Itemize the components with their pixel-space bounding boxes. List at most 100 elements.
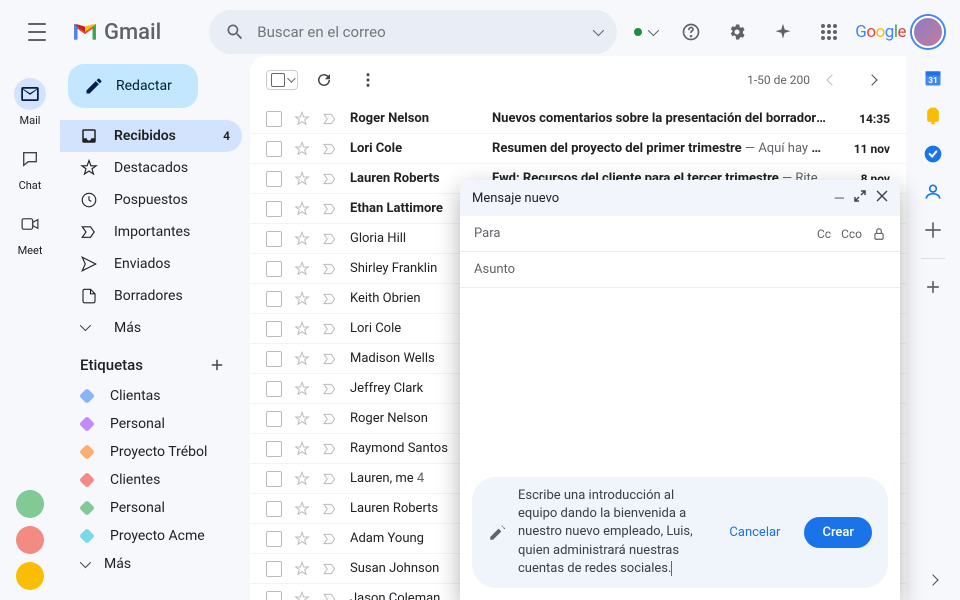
create-button[interactable]: Crear <box>804 517 872 548</box>
star-icon[interactable] <box>294 261 310 277</box>
row-checkbox[interactable] <box>266 561 282 577</box>
keep-icon[interactable] <box>923 106 943 126</box>
row-checkbox[interactable] <box>266 471 282 487</box>
star-icon[interactable] <box>294 531 310 547</box>
select-all-checkbox[interactable] <box>266 70 298 90</box>
refresh-button[interactable] <box>306 62 342 98</box>
nav-send[interactable]: Enviados <box>60 248 242 280</box>
prev-page-button[interactable] <box>814 62 850 98</box>
row-checkbox[interactable] <box>266 351 282 367</box>
account-avatar[interactable] <box>912 16 944 48</box>
row-checkbox[interactable] <box>266 171 282 187</box>
fullscreen-button[interactable] <box>854 190 866 206</box>
star-icon[interactable] <box>294 381 310 397</box>
to-field[interactable]: Para Cc Cco <box>460 216 900 252</box>
important-icon[interactable] <box>322 231 338 247</box>
important-icon[interactable] <box>322 531 338 547</box>
gemini-button[interactable] <box>763 12 803 52</box>
add-icon[interactable] <box>923 277 943 297</box>
important-icon[interactable] <box>322 561 338 577</box>
close-button[interactable] <box>876 190 888 206</box>
row-checkbox[interactable] <box>266 531 282 547</box>
star-icon[interactable] <box>294 171 310 187</box>
next-page-button[interactable] <box>854 62 890 98</box>
row-checkbox[interactable] <box>266 501 282 517</box>
nav-clock[interactable]: Pospuestos <box>60 184 242 216</box>
label-item[interactable]: Personal <box>60 494 242 522</box>
important-icon[interactable] <box>322 321 338 337</box>
email-row[interactable]: Lori Cole Resumen del proyecto del prime… <box>250 134 906 164</box>
status-indicator[interactable] <box>625 12 665 52</box>
tasks-icon[interactable] <box>923 144 943 164</box>
row-checkbox[interactable] <box>266 411 282 427</box>
star-icon[interactable] <box>294 501 310 517</box>
email-row[interactable]: Roger Nelson Nuevos comentarios sobre la… <box>250 104 906 134</box>
star-icon[interactable] <box>294 321 310 337</box>
calendar-icon[interactable]: 31 <box>923 68 943 88</box>
label-item[interactable]: Proyecto Trébol <box>60 438 242 466</box>
row-checkbox[interactable] <box>266 381 282 397</box>
search-input[interactable] <box>257 23 581 41</box>
label-item[interactable]: Clientas <box>60 382 242 410</box>
star-icon[interactable] <box>294 471 310 487</box>
label-item[interactable]: Proyecto Acme <box>60 522 242 550</box>
cancel-button[interactable]: Cancelar <box>717 519 792 546</box>
row-checkbox[interactable] <box>266 231 282 247</box>
row-checkbox[interactable] <box>266 291 282 307</box>
contacts-icon[interactable] <box>923 182 943 202</box>
nav-star[interactable]: Destacados <box>60 152 242 184</box>
rail-mail[interactable]: Mail <box>4 72 56 133</box>
row-checkbox[interactable] <box>266 441 282 457</box>
row-checkbox[interactable] <box>266 261 282 277</box>
nav-draft[interactable]: Borradores <box>60 280 242 312</box>
lock-icon[interactable] <box>872 227 886 241</box>
minimize-button[interactable]: ─ <box>835 190 844 206</box>
support-button[interactable] <box>671 12 711 52</box>
apps-button[interactable] <box>809 12 849 52</box>
star-icon[interactable] <box>294 561 310 577</box>
label-item[interactable]: Más <box>60 550 242 578</box>
important-icon[interactable] <box>322 261 338 277</box>
important-icon[interactable] <box>322 351 338 367</box>
star-icon[interactable] <box>294 231 310 247</box>
cc-button[interactable]: Cc <box>817 227 831 241</box>
nav-important[interactable]: Importantes <box>60 216 242 248</box>
star-icon[interactable] <box>294 141 310 157</box>
collapse-panel-button[interactable] <box>927 574 938 585</box>
subject-field[interactable]: Asunto <box>460 252 900 288</box>
important-icon[interactable] <box>322 141 338 157</box>
star-icon[interactable] <box>294 351 310 367</box>
star-icon[interactable] <box>294 441 310 457</box>
suggestion-text[interactable]: Escribe una introducción al equipo dando… <box>518 487 705 578</box>
label-item[interactable]: Clientes <box>60 466 242 494</box>
important-icon[interactable] <box>322 171 338 187</box>
nav-more[interactable]: Más <box>60 312 242 344</box>
rail-chat[interactable]: Chat <box>4 137 56 198</box>
compose-button[interactable]: Redactar <box>68 64 198 108</box>
star-icon[interactable] <box>294 111 310 127</box>
star-icon[interactable] <box>294 411 310 427</box>
row-checkbox[interactable] <box>266 591 282 600</box>
settings-button[interactable] <box>717 12 757 52</box>
star-icon[interactable] <box>294 591 310 600</box>
star-icon[interactable] <box>294 291 310 307</box>
star-icon[interactable] <box>294 201 310 217</box>
add-label-button[interactable] <box>208 356 226 374</box>
important-icon[interactable] <box>322 111 338 127</box>
important-icon[interactable] <box>322 441 338 457</box>
compose-header[interactable]: Mensaje nuevo ─ <box>460 180 900 216</box>
important-icon[interactable] <box>322 411 338 427</box>
rail-meet[interactable]: Meet <box>4 202 56 263</box>
label-item[interactable]: Personal <box>60 410 242 438</box>
bcc-button[interactable]: Cco <box>841 227 862 241</box>
more-button[interactable] <box>350 62 386 98</box>
important-icon[interactable] <box>322 471 338 487</box>
chat-avatar[interactable] <box>16 526 44 554</box>
important-icon[interactable] <box>322 501 338 517</box>
important-icon[interactable] <box>322 591 338 600</box>
row-checkbox[interactable] <box>266 111 282 127</box>
nav-inbox[interactable]: Recibidos4 <box>60 120 242 152</box>
search-options-icon[interactable] <box>593 25 604 36</box>
row-checkbox[interactable] <box>266 201 282 217</box>
row-checkbox[interactable] <box>266 141 282 157</box>
